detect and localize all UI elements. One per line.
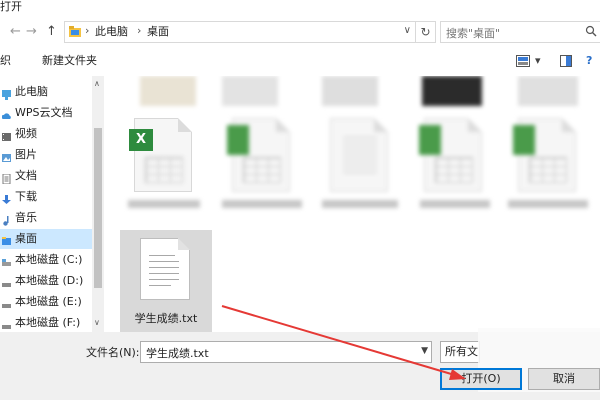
view-icon[interactable]: [516, 55, 530, 70]
sidebar-item-label: 此电脑: [15, 85, 48, 98]
sidebar-item-drive-f[interactable]: 本地磁盘 (F:): [0, 313, 92, 332]
sidebar-item-label: 本地磁盘 (F:): [15, 316, 81, 329]
forward-button[interactable]: →: [26, 25, 37, 39]
refresh-button[interactable]: ↻: [416, 21, 436, 43]
new-folder-button[interactable]: 新建文件夹: [42, 54, 97, 68]
file-label: [128, 200, 200, 208]
sidebar-item-drive-c[interactable]: 本地磁盘 (C:): [0, 250, 92, 270]
address-row: ← → ↑ › 此电脑 › 桌面 ∨ ↻: [0, 18, 600, 48]
selected-file-name[interactable]: 学生成绩.txt: [120, 312, 212, 326]
spreadsheet-file-icon[interactable]: [513, 118, 576, 192]
text-file-icon[interactable]: [140, 238, 190, 300]
sidebar-item-music[interactable]: 音乐: [0, 208, 92, 228]
sidebar-item-drive-d[interactable]: 本地磁盘 (D:): [0, 271, 92, 291]
chevron-down-icon[interactable]: ▼: [421, 346, 428, 356]
drive-icon: [2, 255, 11, 266]
organize-button[interactable]: 织: [0, 54, 11, 68]
sidebar-item-label: 音乐: [15, 211, 37, 224]
drive-icon: [2, 276, 11, 287]
desktop-icon: [2, 234, 11, 245]
sidebar-item-label: 本地磁盘 (E:): [15, 295, 82, 308]
sidebar-item-desktop[interactable]: 桌面: [0, 229, 92, 249]
scroll-down-arrow[interactable]: ∨: [94, 318, 100, 327]
sidebar-item-label: 下载: [15, 190, 37, 203]
sidebar-item-label: 桌面: [15, 232, 37, 245]
video-icon: [2, 129, 11, 141]
sidebar-item-label: 本地磁盘 (C:): [15, 253, 83, 266]
breadcrumb-desktop[interactable]: 桌面: [147, 25, 169, 39]
file-thumbnail[interactable]: [222, 76, 278, 106]
picture-icon: [2, 150, 11, 162]
sidebar-item-drive-e[interactable]: 本地磁盘 (E:): [0, 292, 92, 312]
search-icon[interactable]: [585, 25, 597, 40]
breadcrumb-separator: ›: [137, 24, 142, 37]
file-type-select[interactable]: 所有文: [440, 341, 480, 363]
sidebar-item-wps-cloud[interactable]: WPS云文档: [0, 103, 92, 123]
scroll-up-arrow[interactable]: ∧: [94, 79, 100, 88]
file-thumbnail[interactable]: [422, 76, 482, 106]
file-label: [420, 200, 490, 208]
computer-icon: [2, 87, 11, 100]
file-thumbnail[interactable]: [140, 76, 196, 106]
window-title: 打开: [0, 0, 22, 13]
cancel-button[interactable]: 取消: [528, 368, 600, 390]
back-button[interactable]: ←: [10, 25, 21, 39]
toolbar: 织 新建文件夹 ▾ ?: [0, 48, 600, 74]
sidebar-item-pictures[interactable]: 图片: [0, 145, 92, 165]
drive-icon: [2, 297, 11, 308]
breadcrumb-separator: ›: [85, 24, 90, 37]
file-label: [322, 200, 398, 208]
spreadsheet-file-icon[interactable]: [419, 118, 482, 192]
sidebar-item-label: 图片: [15, 148, 37, 161]
desktop-folder-icon: [69, 26, 81, 37]
title-bar: 打开: [0, 0, 600, 16]
drive-icon: [2, 318, 11, 329]
document-icon: [2, 171, 11, 185]
sidebar-item-downloads[interactable]: 下载: [0, 187, 92, 207]
sidebar-item-this-pc[interactable]: 此电脑: [0, 82, 92, 102]
open-button[interactable]: 打开(O): [440, 368, 522, 390]
view-dropdown-arrow[interactable]: ▾: [535, 54, 541, 68]
sidebar-item-label: WPS云文档: [15, 106, 73, 119]
preview-pane-icon[interactable]: [560, 55, 572, 70]
spreadsheet-file-icon[interactable]: [227, 118, 290, 192]
search-input[interactable]: [444, 23, 588, 43]
breadcrumb-this-pc[interactable]: 此电脑: [95, 25, 128, 39]
file-label: [222, 200, 302, 208]
sidebar-item-videos[interactable]: 视频: [0, 124, 92, 144]
filename-label: 文件名(N):: [86, 346, 140, 359]
sidebar-item-label: 本地磁盘 (D:): [15, 274, 84, 287]
search-box[interactable]: [440, 21, 600, 43]
filename-field[interactable]: ▼: [140, 341, 432, 363]
address-bar[interactable]: › 此电脑 › 桌面 ∨: [64, 21, 416, 43]
sidebar-item-label: 文档: [15, 169, 37, 182]
scroll-thumb[interactable]: [94, 128, 102, 288]
help-button[interactable]: ?: [586, 54, 592, 68]
up-button[interactable]: ↑: [46, 25, 57, 39]
sidebar-item-documents[interactable]: 文档: [0, 166, 92, 186]
navigation-pane: 此电脑 WPS云文档 视频 图片 文档 下载 音乐 桌面 本地磁盘 (C:) 本…: [0, 76, 104, 332]
file-thumbnail[interactable]: [322, 76, 378, 106]
file-label: [508, 200, 588, 208]
document-file-icon[interactable]: [330, 118, 388, 192]
spreadsheet-file-icon[interactable]: X: [129, 118, 192, 192]
cloud-icon: [1, 108, 11, 119]
file-thumbnail[interactable]: [518, 76, 578, 106]
address-dropdown[interactable]: ∨: [404, 25, 411, 36]
music-icon: [2, 213, 11, 226]
sidebar-item-label: 视频: [15, 127, 37, 140]
download-icon: [2, 192, 11, 204]
filename-input[interactable]: [144, 343, 418, 363]
excel-icon: X: [129, 129, 153, 151]
